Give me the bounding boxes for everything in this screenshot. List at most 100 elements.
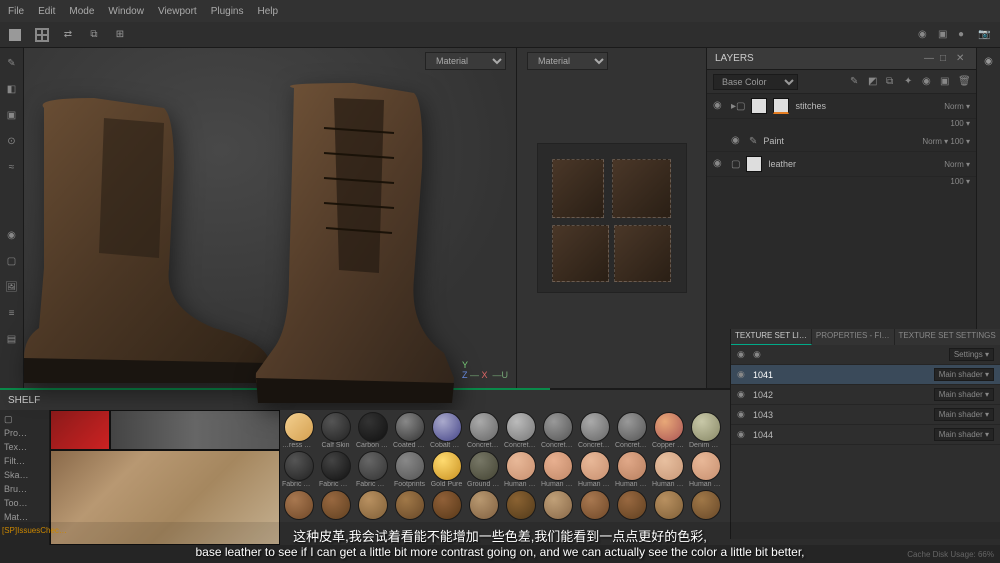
texture-set-row[interactable]: ◉1041Main shader ▾ [731,365,1000,385]
visibility-icon[interactable]: ◉ [713,158,725,170]
issues-checker[interactable]: [SP]IssuesChec… [2,526,67,535]
link-icon[interactable]: ⧉ [886,76,898,88]
layer-row[interactable]: ◉ ▸▢ stitches Norm ▾ [707,94,976,119]
folder-icon[interactable]: ▣ [940,76,952,88]
shader-select[interactable]: Main shader ▾ [934,368,994,381]
material-ball[interactable] [504,490,537,520]
edit-icon[interactable]: ✎ [850,76,862,88]
settings-dropdown[interactable]: Settings ▾ [949,348,994,361]
opacity-value[interactable]: 100 ▾ [950,177,970,186]
render-icon[interactable]: ● [958,29,972,40]
material-ball[interactable]: Human Bas… [578,451,611,488]
maximize-icon[interactable]: □ [940,53,952,65]
snapshot-icon[interactable]: 📷 [978,29,992,40]
shader-select[interactable]: Main shader ▾ [934,428,994,441]
material-ball[interactable] [615,490,648,520]
visibility-icon[interactable]: ◉ [737,389,749,401]
menu-plugins[interactable]: Plugins [211,6,244,17]
texture-set-row[interactable]: ◉1043Main shader ▾ [731,405,1000,425]
add-layer-icon[interactable]: ◉ [922,76,934,88]
texture-set-row[interactable]: ◉1044Main shader ▾ [731,425,1000,445]
minimize-icon[interactable]: — [924,53,936,65]
material-ball[interactable]: Concrete D… [541,412,574,449]
material-ball[interactable]: Human Eye… [652,451,685,488]
material-select-2d[interactable]: Material [527,52,608,70]
material-ball[interactable] [319,490,352,520]
shader-select[interactable]: Main shader ▾ [934,388,994,401]
menu-window[interactable]: Window [108,6,144,17]
ref-image[interactable] [110,410,280,450]
visibility-icon[interactable]: ◉ [713,100,725,112]
blend-mode[interactable]: Norm ▾ [944,102,970,111]
material-ball[interactable]: Human Fac… [689,451,722,488]
arrows-icon[interactable]: ⇄ [60,27,76,43]
blend-mode[interactable]: Norm ▾ 100 ▾ [922,137,970,146]
material-ball[interactable] [689,490,722,520]
2d-viewport[interactable]: Material [516,48,706,388]
visibility-icon[interactable]: ◉ [731,135,743,147]
material-ball[interactable]: Copper Pure [652,412,685,449]
material-ball[interactable]: Human Bas… [504,451,537,488]
material-ball[interactable] [541,490,574,520]
opacity-value[interactable]: 100 ▾ [950,119,970,128]
layer-row[interactable]: ◉ ✎ Paint Norm ▾ 100 ▾ [707,131,976,152]
layout-grid-icon[interactable] [34,27,50,43]
layout-single-icon[interactable] [8,27,24,43]
visibility-icon[interactable]: ◉ [737,349,749,361]
material-ball[interactable]: Concrete B… [467,412,500,449]
blend-mode[interactable]: Norm ▾ [944,160,970,169]
visibility-icon[interactable]: ◉ [737,409,749,421]
material-ball[interactable] [393,490,426,520]
material-ball[interactable]: Concrete Cl… [504,412,537,449]
layer-mask-thumb[interactable] [751,98,767,114]
menu-mode[interactable]: Mode [69,6,94,17]
material-ball[interactable] [652,490,685,520]
effects-icon[interactable]: ✦ [904,76,916,88]
material-ball[interactable]: Fabric Rou… [282,451,315,488]
persp-icon[interactable]: ▣ [938,29,952,40]
layer-row[interactable]: ◉ ▢ leather Norm ▾ [707,152,976,177]
shader-select[interactable]: Main shader ▾ [934,408,994,421]
menu-file[interactable]: File [8,6,24,17]
material-ball[interactable]: Concrete S… [615,412,648,449]
tab-texture-set-list[interactable]: TEXTURE SET LI… [731,329,812,345]
texture-set-row[interactable]: ◉1042Main shader ▾ [731,385,1000,405]
tab-texture-set-settings[interactable]: TEXTURE SET SETTINGS [895,329,1000,345]
material-ball[interactable]: Cobalt Pure [430,412,463,449]
material-select-3d[interactable]: Material [425,52,506,70]
material-ball[interactable] [356,490,389,520]
channel-select[interactable]: Base Color [713,74,798,90]
ref-image[interactable] [50,410,110,450]
material-ball[interactable]: Fabric Soft… [319,451,352,488]
visibility-icon[interactable]: ◉ [737,369,749,381]
tab-properties[interactable]: PROPERTIES - FI… [812,329,895,345]
visibility-icon[interactable]: ◉ [737,429,749,441]
3d-viewport[interactable]: Material Y Z — X —U [24,48,516,388]
layer-thumb[interactable] [746,156,762,172]
material-ball[interactable] [430,490,463,520]
material-ball[interactable] [578,490,611,520]
material-ball[interactable]: Coated Metal [393,412,426,449]
material-ball[interactable]: Carbon Fiber [356,412,389,449]
delete-icon[interactable]: 🗑 [958,76,970,88]
material-ball[interactable]: Footprints [393,451,426,488]
add-icon[interactable]: ⊞ [112,27,128,43]
mirror-icon[interactable]: ⧉ [86,27,102,43]
solo-icon[interactable]: ◉ [753,349,765,361]
close-icon[interactable]: ✕ [956,53,968,65]
material-ball[interactable]: Calf Skin [319,412,352,449]
material-ball[interactable] [467,490,500,520]
layer-thumb[interactable] [773,98,789,114]
material-ball[interactable]: Ground Gra… [467,451,500,488]
menu-help[interactable]: Help [258,6,279,17]
material-ball[interactable]: Fabric Soft… [356,451,389,488]
material-ball[interactable]: Gold Pure [430,451,463,488]
mask-icon[interactable]: ◩ [868,76,880,88]
menu-viewport[interactable]: Viewport [158,6,197,17]
material-ball[interactable]: Denim Rivet [689,412,722,449]
pin-icon[interactable]: ◉ [984,56,993,67]
brush-tool-icon[interactable]: ✎ [5,56,19,70]
material-ball[interactable] [282,490,315,520]
menu-edit[interactable]: Edit [38,6,55,17]
material-ball[interactable]: Human Bas… [615,451,648,488]
